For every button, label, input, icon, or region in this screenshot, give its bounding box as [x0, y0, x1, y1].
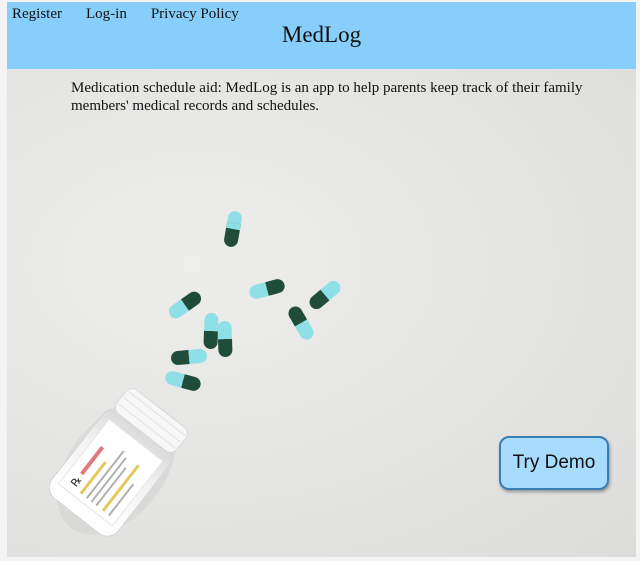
nav-login-link[interactable]: Log-in: [86, 6, 127, 23]
page-title: MedLog: [281, 22, 362, 47]
pill-bottle: ℞: [48, 388, 188, 537]
nav-register-link[interactable]: Register: [12, 6, 62, 23]
capsule: [168, 291, 202, 319]
header-bar: Register Log-in Privacy Policy MedLog: [7, 2, 636, 69]
capsule: [288, 306, 314, 340]
app-description: Medication schedule aid: MedLog is an ap…: [71, 80, 583, 114]
try-demo-button[interactable]: Try Demo: [499, 436, 609, 490]
capsule: [249, 279, 285, 299]
nav-privacy-link[interactable]: Privacy Policy: [151, 6, 239, 23]
capsule: [165, 371, 201, 391]
capsule: [309, 280, 341, 310]
capsule: [217, 321, 233, 357]
top-nav: Register Log-in Privacy Policy: [12, 6, 239, 23]
capsule: [203, 313, 219, 349]
page-frame: Register Log-in Privacy Policy MedLog ℞ …: [7, 2, 636, 557]
capsule: [224, 211, 242, 247]
capsule: [171, 349, 207, 365]
